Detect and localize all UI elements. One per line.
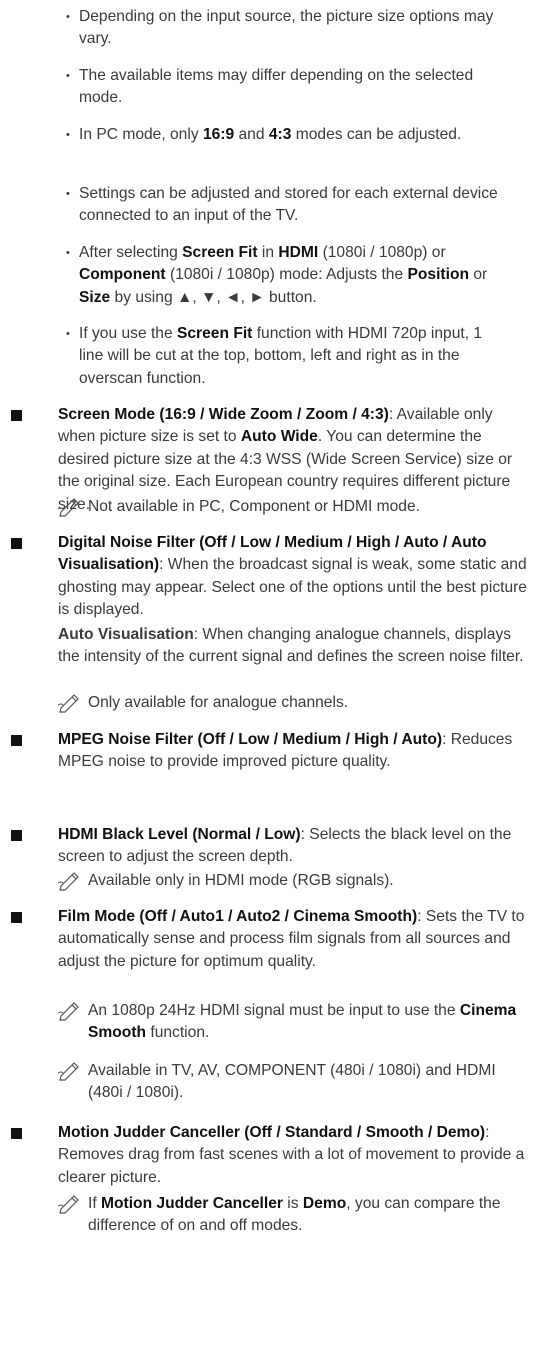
note-pencil-icon: [58, 1062, 79, 1081]
bullet-bold: Component: [79, 266, 166, 284]
bullet-item: • Depending on the input source, the pic…: [66, 6, 499, 51]
bullet-dot: •: [66, 11, 70, 23]
bullet-dot: •: [66, 328, 70, 340]
sub-title: Auto Visualisation: [58, 626, 194, 643]
section-title: Motion Judder Canceller (Off / Standard …: [58, 1124, 486, 1141]
note-text: Available in TV, AV, COMPONENT (480i / 1…: [88, 1062, 496, 1102]
note: Available only in HDMI mode (RGB signals…: [58, 870, 528, 892]
note-pencil-icon: [58, 1002, 79, 1021]
note-text: If: [88, 1195, 101, 1212]
note: Available in TV, AV, COMPONENT (480i / 1…: [58, 1060, 528, 1105]
bullet-text: in: [257, 244, 279, 261]
bullet-bold: HDMI: [278, 244, 319, 261]
section-marker: [11, 538, 22, 549]
section-marker: [11, 830, 22, 841]
note: If Motion Judder Canceller is Demo, you …: [58, 1193, 528, 1238]
section-bold: Auto Wide: [240, 428, 318, 446]
manual-page: • Depending on the input source, the pic…: [0, 0, 556, 1353]
note-bold: Demo: [302, 1195, 347, 1212]
section-title: Film Mode (Off / Auto1 / Auto2 / Cinema …: [58, 908, 418, 925]
note-text: Not available in PC, Component or HDMI m…: [88, 498, 420, 515]
bullet-text: or: [469, 266, 488, 284]
note: Not available in PC, Component or HDMI m…: [58, 496, 528, 518]
note-pencil-icon: [58, 872, 79, 891]
bullet-text: modes can be adjusted.: [291, 126, 462, 143]
bullet-bold: Position: [407, 266, 469, 284]
bullet-bold: Screen Fit: [182, 244, 258, 261]
note-pencil-icon: [58, 498, 79, 517]
section-hdmi-black-level: HDMI Black Level (Normal / Low): Selects…: [58, 824, 528, 869]
bullet-text: (1080i / 1080p) or: [318, 244, 446, 261]
note-text: Available only in HDMI mode (RGB signals…: [88, 872, 394, 889]
bullet-bold: Screen Fit: [176, 325, 253, 342]
bullet-bold: 4:3: [268, 126, 292, 143]
section-motion-judder-canceller: Motion Judder Canceller (Off / Standard …: [58, 1122, 528, 1189]
bullet-item: • In PC mode, only 16:9 and 4:3 modes ca…: [66, 124, 499, 146]
bullet-dot: •: [66, 188, 70, 200]
bullet-text: by using ▲, ▼, ◄, ► button.: [110, 288, 317, 306]
bullet-text: If you use the: [79, 325, 177, 342]
bullet-text: (1080i / 1080p) mode: Adjusts the: [165, 266, 408, 284]
bullet-item: • After selecting Screen Fit in HDMI (10…: [66, 242, 499, 309]
section-title: HDMI Black Level (Normal / Low): [58, 826, 301, 843]
bullet-bold: 16:9: [202, 126, 235, 143]
bullet-dot: •: [66, 129, 70, 141]
section-film-mode: Film Mode (Off / Auto1 / Auto2 / Cinema …: [58, 906, 528, 973]
section-marker: [11, 410, 22, 421]
section-mpeg-noise-filter: MPEG Noise Filter (Off / Low / Medium / …: [58, 729, 528, 774]
note-bold: Motion Judder Canceller: [101, 1195, 283, 1212]
note: An 1080p 24Hz HDMI signal must be input …: [58, 1000, 528, 1045]
bullet-text: The available items may differ depending…: [79, 67, 474, 107]
bullet-text: In PC mode, only: [79, 126, 203, 143]
section-marker: [11, 735, 22, 746]
bullet-dot: •: [66, 247, 70, 259]
bullet-text: and: [234, 126, 269, 143]
section-title: Screen Mode (16:9 / Wide Zoom / Zoom / 4…: [58, 406, 389, 423]
bullet-item: • If you use the Screen Fit function wit…: [66, 323, 499, 390]
note-text: An 1080p 24Hz HDMI signal must be input …: [88, 1002, 460, 1019]
section-title: MPEG Noise Filter (Off / Low / Medium / …: [58, 731, 443, 748]
note: Only available for analogue channels.: [58, 692, 528, 714]
bullet-item: • The available items may differ dependi…: [66, 65, 499, 110]
bullet-text: Settings can be adjusted and stored for …: [79, 185, 498, 225]
section-marker: [11, 912, 22, 923]
note-text: is: [282, 1195, 303, 1212]
sub-paragraph: Auto Visualisation: When changing analog…: [58, 624, 528, 669]
bullet-text: After selecting: [79, 244, 183, 261]
bullet-item: • Settings can be adjusted and stored fo…: [66, 183, 499, 228]
bullet-dot: •: [66, 70, 70, 82]
note-pencil-icon: [58, 694, 79, 713]
section-marker: [11, 1128, 22, 1139]
bullet-bold: Size: [79, 288, 111, 306]
section-digital-noise-filter: Digital Noise Filter (Off / Low / Medium…: [58, 532, 528, 622]
note-text: Only available for analogue channels.: [88, 694, 349, 711]
note-pencil-icon: [58, 1195, 79, 1214]
bullet-text: Depending on the input source, the pictu…: [79, 8, 494, 48]
note-text: function.: [146, 1024, 210, 1042]
